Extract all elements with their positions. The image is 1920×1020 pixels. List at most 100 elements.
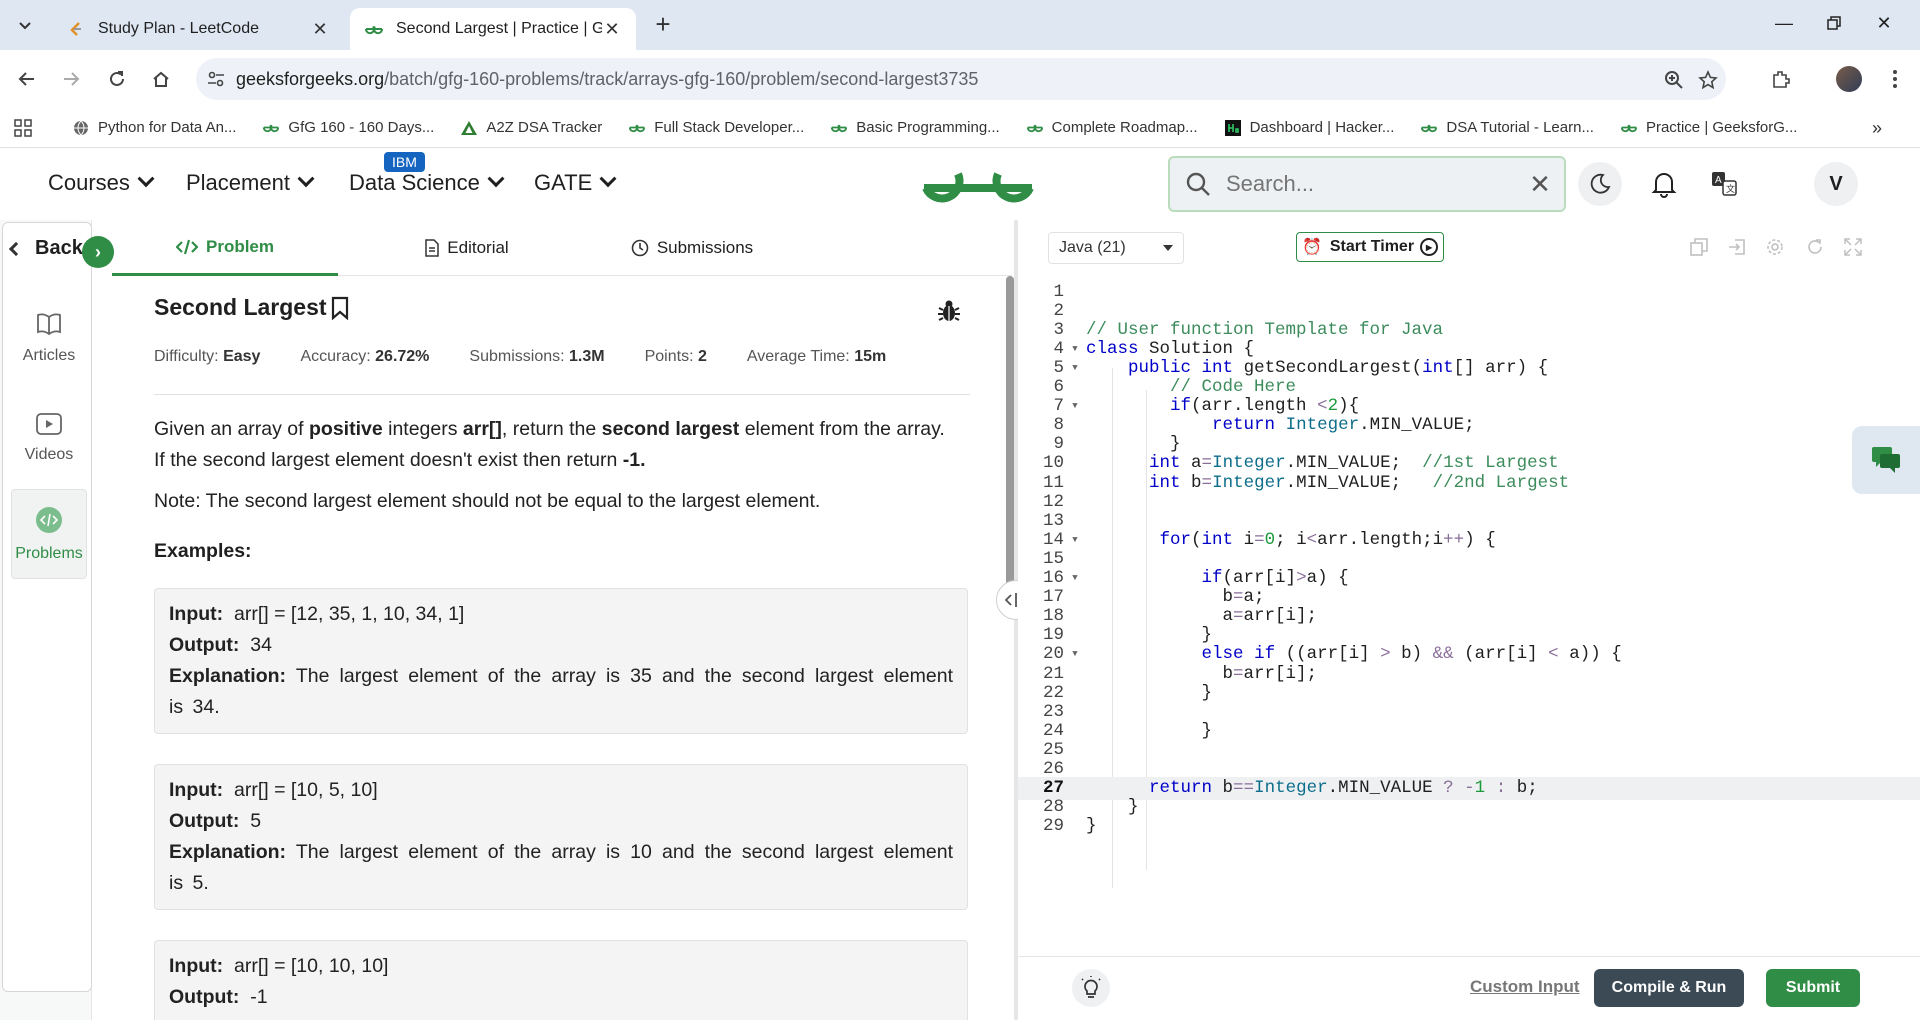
nav-label: Placement [186,170,290,195]
fold-arrow-icon[interactable]: ▼ [1068,649,1082,659]
code-line[interactable]: 29} [1018,815,1920,838]
close-window-button[interactable]: ✕ [1854,0,1914,46]
ibm-badge: IBM [384,152,425,172]
back-button[interactable]: Back [8,237,83,260]
tab-search-button[interactable] [8,10,42,40]
profile-avatar[interactable] [1834,64,1864,94]
apps-grid-icon[interactable] [0,118,46,137]
dark-mode-toggle[interactable] [1578,162,1622,206]
rail-item-label: Articles [22,346,76,364]
chevron-down-icon [599,170,617,188]
alarm-clock-icon: ⏰ [1301,239,1322,256]
tab-title: Second Largest | Practice | Geek [396,20,602,37]
close-icon[interactable]: ✕ [310,19,330,40]
rail-item-videos[interactable]: Videos [11,393,87,483]
bookmark-item[interactable]: A2Z DSA Tracker [460,119,602,137]
reset-icon[interactable] [1804,236,1826,258]
bookmark-icon[interactable] [331,296,349,320]
url-text: geeksforgeeks.org/batch/gfg-160-problems… [236,69,978,90]
bookmark-label: Complete Roadmap... [1051,119,1198,136]
chevron-down-icon [19,22,31,30]
gfg-logo[interactable] [918,162,1038,208]
zoom-icon[interactable] [1662,68,1686,92]
bookmark-star-icon[interactable] [1696,68,1720,92]
start-timer-button[interactable]: ⏰ Start Timer ▶ [1296,232,1444,262]
code-editor[interactable]: 1 2 3// User function Template for Java 4 ▼ c… [1018,276,1920,956]
reload-icon[interactable] [102,64,132,94]
custom-input-link[interactable]: Custom Input [1470,977,1580,997]
fold-arrow-icon[interactable]: ▼ [1068,344,1082,354]
copy-icon[interactable] [1688,236,1710,258]
language-select[interactable]: Java (21) [1048,232,1184,264]
problem-title-text: Second Largest [154,294,327,320]
browser-tab-leetcode[interactable]: Study Plan - LeetCode ✕ [52,8,344,50]
fullscreen-icon[interactable] [1842,236,1864,258]
forward-arrow-icon[interactable] [56,64,86,94]
notification-bell-icon[interactable] [1642,162,1686,206]
fold-arrow-icon[interactable]: ▼ [1068,535,1082,545]
home-icon[interactable] [146,64,176,94]
browser-toolbar: geeksforgeeks.org/batch/gfg-160-problems… [0,50,1920,108]
problem-scrollbar[interactable] [1006,276,1014,596]
chat-button[interactable] [1852,426,1920,494]
expand-panel-button[interactable]: › [82,236,114,268]
example-explanation: Explanation: The largest element of the … [169,661,953,723]
import-icon[interactable] [1726,236,1748,258]
start-timer-label: Start Timer [1329,238,1415,255]
back-arrow-icon[interactable] [12,64,42,94]
report-bug-icon[interactable] [936,298,962,329]
hint-lightbulb-icon[interactable] [1072,969,1110,1007]
nav-placement[interactable]: Placement [186,170,315,196]
bookmark-item[interactable]: Full Stack Developer... [628,119,804,137]
compile-run-button[interactable]: Compile & Run [1594,969,1744,1007]
site-header: Courses Placement IBM Data Science GATE … [0,148,1920,220]
leetcode-icon [66,19,86,39]
bookmark-label: Practice | GeeksforG... [1645,119,1798,136]
address-bar[interactable]: geeksforgeeks.org/batch/gfg-160-problems… [196,58,1726,100]
meta-value: 1.3M [569,348,605,365]
close-icon[interactable]: ✕ [602,19,622,40]
nav-courses[interactable]: Courses [48,170,155,196]
desc-bold: second largest [601,418,740,440]
new-tab-button[interactable]: + [648,10,678,40]
bookmark-item[interactable]: Practice | GeeksforG... [1620,119,1797,137]
nav-data-science[interactable]: Data Science [349,170,505,196]
fold-arrow-icon[interactable]: ▼ [1068,363,1082,373]
label: Input: [169,955,224,977]
nav-label: Courses [48,170,130,195]
gfg-icon [1420,119,1438,137]
bookmark-item[interactable]: Python for Data An... [72,119,236,137]
tab-submissions[interactable]: Submissions [602,220,782,276]
fold-arrow-icon[interactable]: ▼ [1068,401,1082,411]
browser-menu-icon[interactable] [1880,64,1910,94]
clear-search-icon[interactable]: ✕ [1516,169,1564,200]
nav-gate[interactable]: GATE [534,170,617,196]
meta-value: 15m [854,348,887,365]
submit-button[interactable]: Submit [1766,969,1860,1007]
user-avatar[interactable]: V [1814,162,1858,206]
rail-item-problems[interactable]: Problems [11,489,87,579]
bookmark-item[interactable]: Dashboard | Hacker... [1224,119,1394,137]
settings-gear-icon[interactable] [1764,236,1786,258]
bookmark-item[interactable]: GfG 160 - 160 Days... [262,119,434,137]
tab-problem[interactable]: Problem [112,220,338,276]
tab-editorial[interactable]: Editorial [382,220,552,276]
fold-arrow-icon[interactable]: ▼ [1068,573,1082,583]
meta-label: Accuracy: [300,348,371,365]
language-value: Java (21) [1059,239,1126,256]
extensions-icon[interactable] [1766,64,1796,94]
translate-icon[interactable]: A文 [1702,162,1746,206]
site-info-icon[interactable] [196,71,236,87]
rail-item-articles[interactable]: Articles [11,293,87,383]
label: Input: [169,603,224,625]
bookmark-item[interactable]: Basic Programming... [830,119,1000,137]
left-rail: Back Articles Videos Problems › [0,220,114,1020]
more-bookmarks-icon[interactable]: » [1872,118,1882,139]
restore-icon [1827,16,1841,30]
search-input[interactable] [1226,171,1516,197]
bookmark-item[interactable]: Complete Roadmap... [1026,119,1198,137]
bookmark-item[interactable]: DSA Tutorial - Learn... [1420,119,1594,137]
divider [154,394,970,395]
browser-tab-gfg[interactable]: Second Largest | Practice | Geek ✕ [350,8,636,50]
url-path: /batch/gfg-160-problems/track/arrays-gfg… [384,68,979,89]
